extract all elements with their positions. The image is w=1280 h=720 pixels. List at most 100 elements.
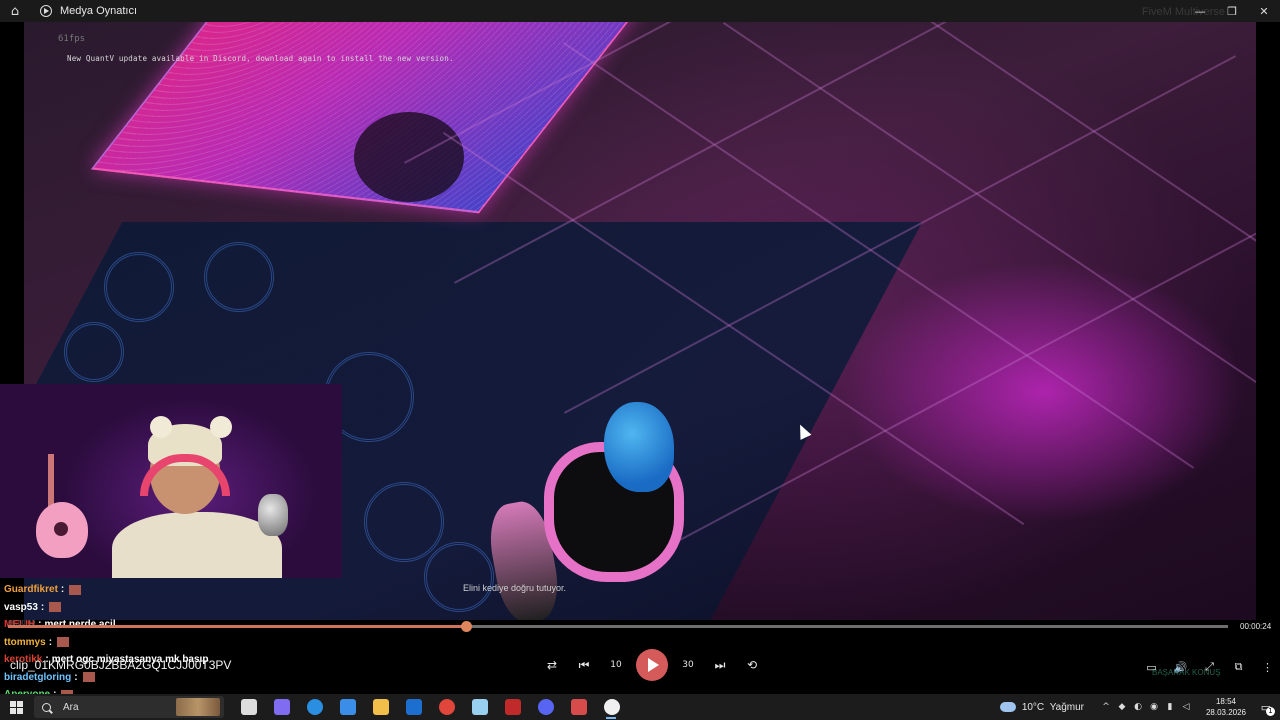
video-subtitle: Elini kediye doğru tutuyor.	[463, 583, 567, 593]
file-explorer-icon-glyph	[372, 699, 389, 715]
home-icon[interactable]: ⌂	[0, 0, 30, 22]
system-tray: 10°C Yağmur ^ ◆ ◐ ◉ ▮ ◁ 18:54 28.03.2026…	[999, 694, 1280, 720]
chat-separator: :	[48, 636, 53, 648]
character-hair	[604, 402, 674, 492]
seek-bar[interactable]	[8, 621, 1228, 632]
beanie-pom	[150, 416, 172, 438]
discord-icon[interactable]	[529, 694, 562, 720]
media-player-icon[interactable]	[595, 694, 628, 720]
store-icon[interactable]	[331, 694, 364, 720]
volume-button[interactable]: 🔊	[1166, 652, 1195, 682]
search-highlight-image	[176, 698, 220, 716]
previous-button[interactable]: ⏮	[568, 650, 600, 680]
clock-date: 28.03.2026	[1205, 708, 1247, 717]
miniplayer-button[interactable]: ⧉	[1224, 652, 1253, 682]
play-button[interactable]	[636, 649, 668, 681]
start-button[interactable]	[0, 694, 32, 720]
streamer-body	[112, 512, 282, 578]
chat-separator: :	[74, 671, 78, 683]
fullscreen-button[interactable]: ⤢	[1195, 652, 1224, 682]
chat-username: biradetgloring	[4, 671, 72, 683]
forward-30-button[interactable]: 30	[672, 650, 704, 680]
task-view-icon[interactable]	[232, 694, 265, 720]
repeat-button[interactable]: ⟲	[736, 650, 768, 680]
taskbar-search[interactable]: Ara	[34, 696, 224, 718]
volume-icon[interactable]: ◁	[1178, 694, 1194, 720]
clock[interactable]: 18:54 28.03.2026	[1200, 696, 1252, 718]
search-icon	[42, 702, 51, 712]
app-icon[interactable]	[562, 694, 595, 720]
task-view-icon-glyph	[240, 699, 257, 715]
chat-separator: :	[40, 601, 45, 613]
restore-button[interactable]: ❐	[1216, 0, 1248, 22]
scene-ring	[364, 482, 444, 562]
media-player-icon-glyph	[603, 699, 620, 715]
playback-controls: ⇄ ⏮ 10 30 ⏭ ⟲	[536, 649, 768, 681]
chrome-icon-glyph	[438, 699, 455, 715]
clock-time: 18:54	[1215, 697, 1237, 706]
scene-ring	[204, 242, 274, 312]
subtitles-button[interactable]: ▭	[1137, 652, 1166, 682]
copilot-icon-glyph	[273, 699, 290, 715]
weather-widget[interactable]: 10°C Yağmur	[999, 701, 1084, 713]
app-tray-icon[interactable]: ◆	[1114, 694, 1130, 720]
outlook-icon[interactable]	[397, 694, 430, 720]
screen: ⌂ Medya Oynatıcı FiveM Multiverse — ❐ ✕	[0, 0, 1280, 720]
minimize-button[interactable]: —	[1184, 0, 1216, 22]
window-title: Medya Oynatıcı	[60, 5, 138, 17]
seek-bar-thumb[interactable]	[460, 621, 472, 632]
outlook-icon-glyph	[405, 699, 422, 715]
votv-app-icon-glyph	[504, 699, 521, 715]
taskbar: Ara 10°C Yağmur ^ ◆ ◐ ◉ ▮ ◁ 18:54 28.03.…	[0, 694, 1280, 720]
seek-bar-fill	[8, 625, 466, 628]
app-icon-glyph	[570, 699, 587, 715]
notepad-icon-glyph	[471, 699, 488, 715]
chat-username: ttommys	[4, 636, 46, 648]
guitar	[36, 454, 88, 558]
chat-message: Guardfikret:	[4, 581, 284, 599]
chat-separator: :	[60, 584, 65, 596]
app-tray-icon[interactable]: ◉	[1146, 694, 1162, 720]
title-bar: ⌂ Medya Oynatıcı FiveM Multiverse — ❐ ✕	[0, 0, 1280, 22]
scene-ring	[64, 322, 124, 382]
rewind-10-button[interactable]: 10	[600, 650, 632, 680]
chat-emote-icon	[82, 672, 95, 683]
app-tray-icon[interactable]: ◐	[1130, 694, 1146, 720]
votv-app-icon[interactable]	[496, 694, 529, 720]
shuffle-button[interactable]: ⇄	[536, 650, 568, 680]
edge-icon[interactable]	[298, 694, 331, 720]
notification-count: 1	[1266, 707, 1275, 716]
time-total: 00:00:24	[1240, 622, 1272, 631]
play-icon	[648, 658, 659, 672]
chat-message: ttommys:	[4, 634, 284, 652]
player-secondary-controls: ▭ 🔊 ⤢ ⧉ ⋮	[1137, 652, 1280, 682]
fps-overlay: 61fps	[58, 34, 86, 44]
media-player-app-icon	[40, 5, 52, 17]
clip-name: clip_01KMRG0BJ2BBA2GQ1CJJ00T3PV	[10, 658, 232, 672]
notifications-button[interactable]: ▭ 1	[1252, 694, 1280, 720]
weather-condition: Yağmur	[1049, 701, 1084, 713]
more-options-button[interactable]: ⋮	[1253, 652, 1280, 682]
chat-emote-icon	[49, 602, 62, 613]
floor-grid-line	[902, 22, 1256, 317]
search-placeholder: Ara	[63, 701, 79, 713]
chevron-up-icon[interactable]: ^	[1098, 694, 1114, 720]
next-button[interactable]: ⏭	[704, 650, 736, 680]
store-icon-glyph	[339, 699, 356, 715]
weather-temperature: 10°C	[1021, 701, 1045, 713]
scene-ring	[424, 542, 494, 612]
close-button[interactable]: ✕	[1248, 0, 1280, 22]
microphone-icon[interactable]: ▮	[1162, 694, 1178, 720]
file-explorer-icon[interactable]	[364, 694, 397, 720]
discord-icon-glyph	[537, 699, 554, 715]
chat-username: Guardfikret	[4, 584, 58, 596]
edge-icon-glyph	[306, 699, 323, 715]
notepad-icon[interactable]	[463, 694, 496, 720]
copilot-icon[interactable]	[265, 694, 298, 720]
webcam-overlay	[0, 384, 342, 578]
chrome-icon[interactable]	[430, 694, 463, 720]
chat-emote-icon	[57, 637, 70, 648]
cloud-icon	[999, 702, 1016, 712]
chat-message: vasp53:	[4, 599, 284, 617]
chat-emote-icon	[69, 584, 82, 595]
